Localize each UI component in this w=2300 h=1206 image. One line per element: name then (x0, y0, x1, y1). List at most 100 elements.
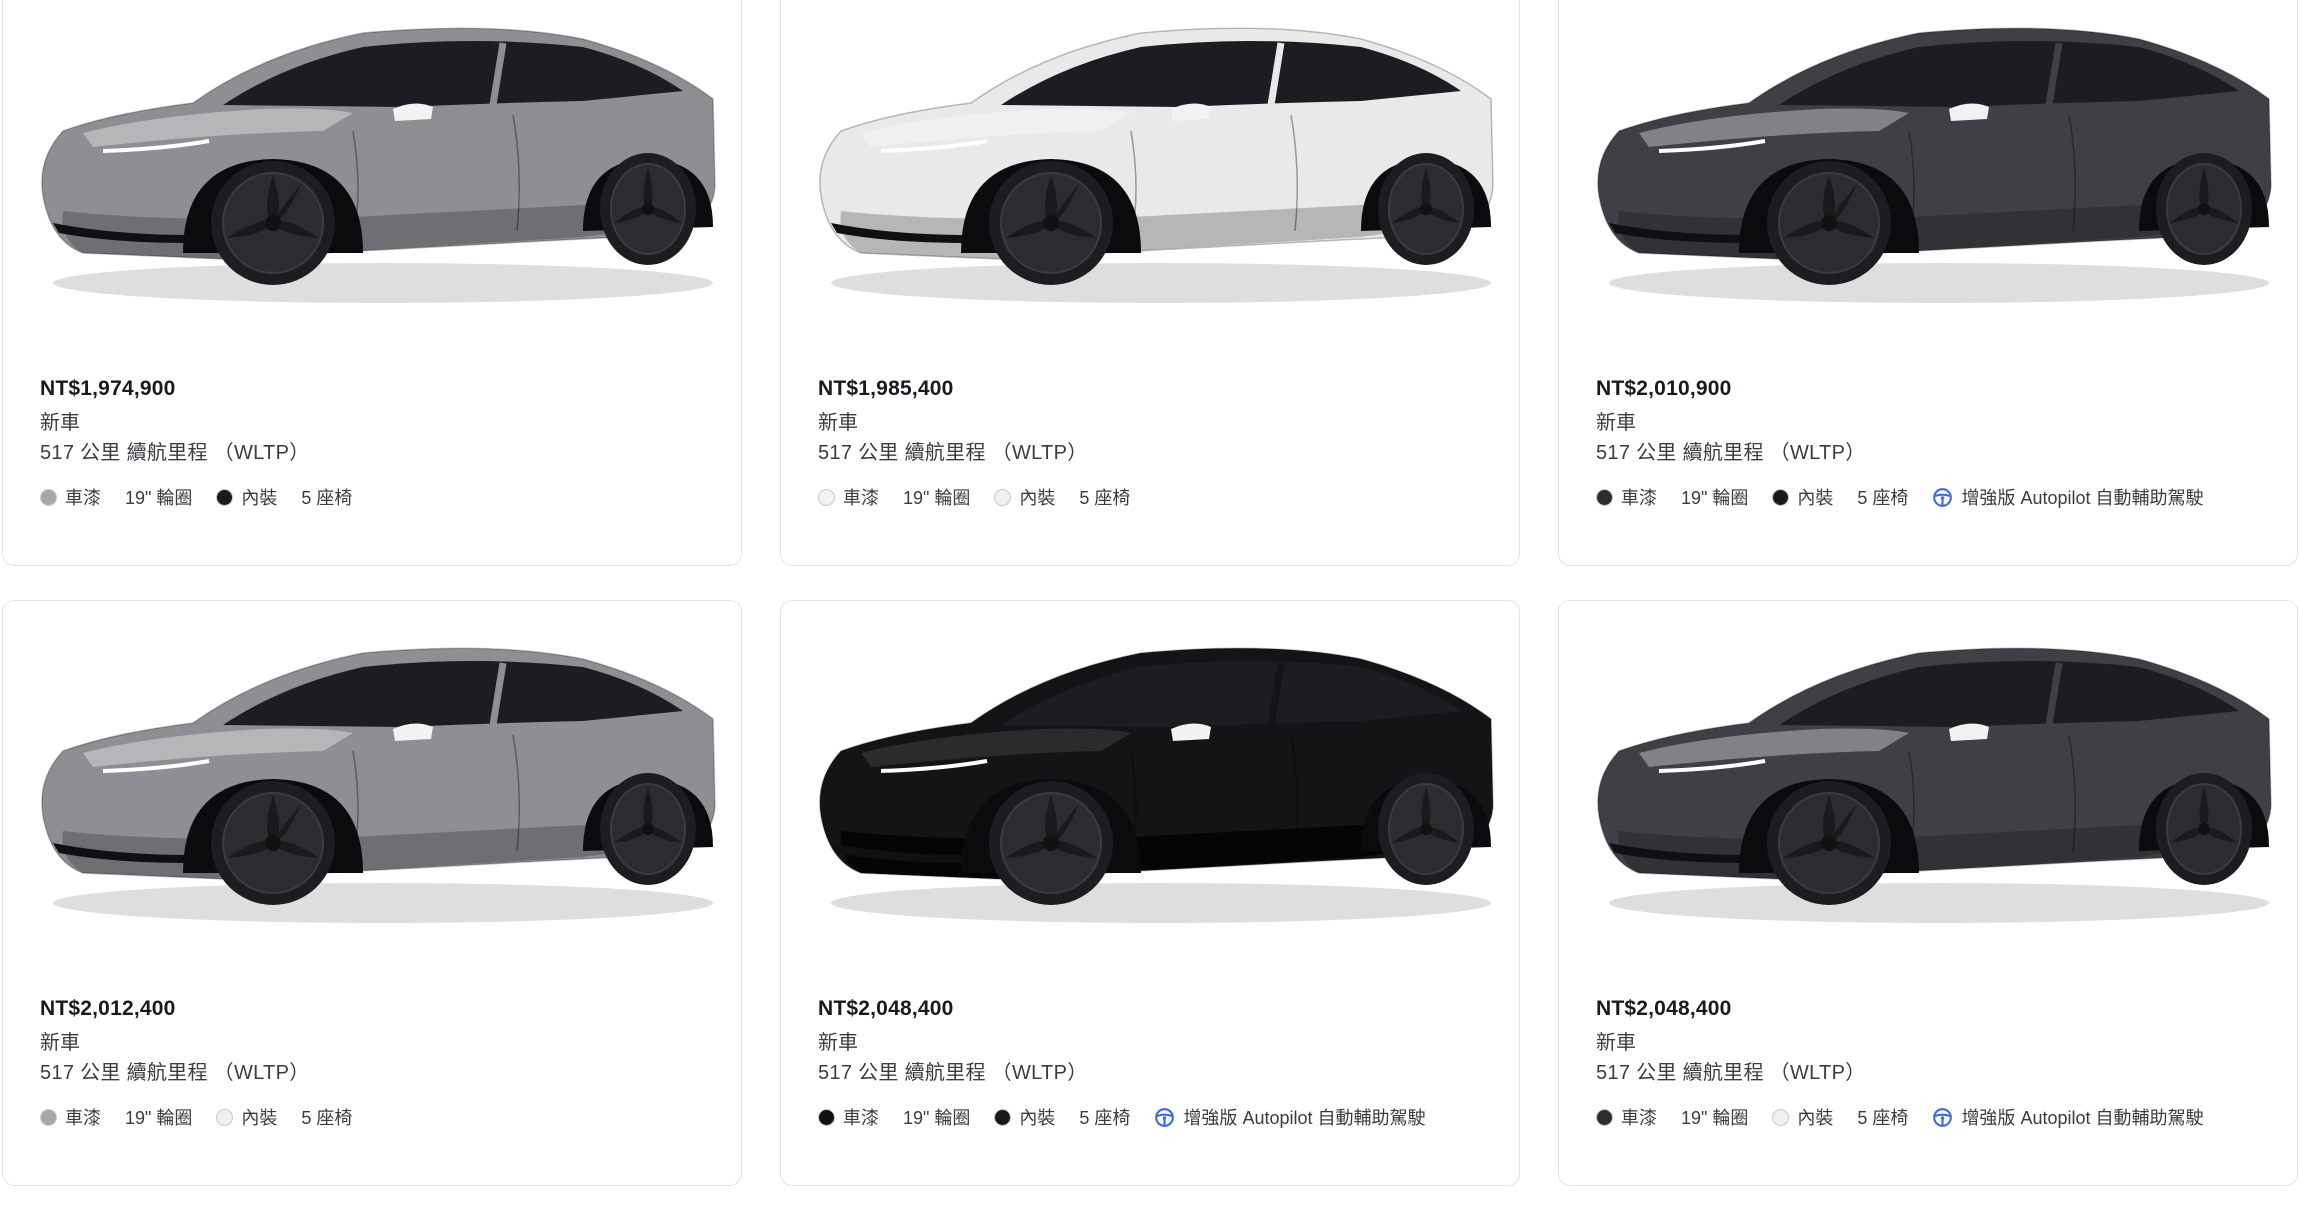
interior-spec: 內裝 (1772, 484, 1833, 510)
wheels-spec: 19" 輪圈 (903, 1104, 970, 1130)
car-illustration (1597, 647, 2272, 923)
car-image[interactable] (1579, 0, 2279, 311)
range-label: 517 公里 續航里程 （WLTP） (818, 1062, 1088, 1084)
paint-label: 車漆 (65, 1108, 101, 1128)
spec-list: 車漆 19" 輪圈 內裝 5 座椅 (40, 1104, 376, 1130)
wheels-spec: 19" 輪圈 (125, 484, 192, 510)
paint-label: 車漆 (1621, 488, 1657, 508)
price: NT$2,012,400 (40, 997, 176, 1020)
price: NT$2,010,900 (1596, 377, 1732, 400)
wheels-spec: 19" 輪圈 (1681, 1104, 1748, 1130)
wheels-spec: 19" 輪圈 (125, 1104, 192, 1130)
paint-swatch-icon (818, 1108, 835, 1126)
inventory-card[interactable]: NT$1,974,900 新車 517 公里 續航里程 （WLTP） 車漆 19… (2, 0, 742, 566)
seats-label: 5 座椅 (1857, 488, 1909, 508)
paint-spec: 車漆 (40, 1104, 101, 1130)
autopilot-label: 增強版 Autopilot 自動輔助駕駛 (1961, 1108, 2204, 1128)
paint-label: 車漆 (843, 1108, 879, 1128)
paint-swatch-icon (40, 1108, 57, 1126)
range-label: 517 公里 續航里程 （WLTP） (818, 442, 1088, 464)
paint-spec: 車漆 (1596, 1104, 1657, 1130)
wheels-label: 19" 輪圈 (125, 1108, 193, 1128)
interior-label: 內裝 (1019, 488, 1056, 508)
car-image[interactable] (801, 611, 1501, 931)
paint-swatch-icon (1596, 1108, 1613, 1126)
price: NT$1,985,400 (818, 377, 954, 400)
condition-label: 新車 (40, 1032, 80, 1054)
price: NT$2,048,400 (818, 997, 954, 1020)
paint-swatch-icon (40, 488, 57, 506)
steering-wheel-icon (1155, 1107, 1175, 1127)
autopilot-label: 增強版 Autopilot 自動輔助駕駛 (1961, 488, 2204, 508)
interior-label: 內裝 (241, 1108, 278, 1128)
car-illustration (41, 27, 716, 303)
inventory-card[interactable]: NT$2,012,400 新車 517 公里 續航里程 （WLTP） 車漆 19… (2, 600, 742, 1186)
inventory-card[interactable]: NT$2,010,900 新車 517 公里 續航里程 （WLTP） 車漆 19… (1558, 0, 2298, 566)
range-label: 517 公里 續航里程 （WLTP） (1596, 442, 1866, 464)
interior-swatch-icon (1772, 488, 1790, 506)
seats-label: 5 座椅 (301, 488, 353, 508)
seats-spec: 5 座椅 (301, 484, 352, 510)
interior-spec: 內裝 (216, 484, 277, 510)
seats-label: 5 座椅 (301, 1108, 353, 1128)
inventory-card[interactable]: NT$2,048,400 新車 517 公里 續航里程 （WLTP） 車漆 19… (1558, 600, 2298, 1186)
condition-label: 新車 (818, 412, 858, 434)
steering-wheel-icon (1933, 487, 1953, 507)
autopilot-spec: 增強版 Autopilot 自動輔助駕駛 (1154, 1104, 1426, 1130)
spec-list: 車漆 19" 輪圈 內裝 5 座椅 (40, 484, 376, 510)
wheels-label: 19" 輪圈 (903, 1108, 971, 1128)
condition-label: 新車 (40, 412, 80, 434)
range-label: 517 公里 續航里程 （WLTP） (40, 1062, 310, 1084)
car-illustration (819, 647, 1494, 923)
interior-spec: 內裝 (216, 1104, 277, 1130)
seats-spec: 5 座椅 (1079, 484, 1130, 510)
autopilot-spec: 增強版 Autopilot 自動輔助駕駛 (1932, 484, 2204, 510)
steering-wheel-icon (1933, 1107, 1953, 1127)
paint-swatch-icon (1596, 488, 1613, 506)
interior-label: 內裝 (1797, 488, 1834, 508)
inventory-card[interactable]: NT$2,048,400 新車 517 公里 續航里程 （WLTP） 車漆 19… (780, 600, 1520, 1186)
interior-swatch-icon (216, 1108, 234, 1126)
car-illustration (1597, 27, 2272, 303)
car-image[interactable] (23, 0, 723, 311)
autopilot-label: 增強版 Autopilot 自動輔助駕駛 (1183, 1108, 1426, 1128)
spec-list: 車漆 19" 輪圈 內裝 5 座椅 增強版 Autopilot 自動輔助駕駛 (1596, 484, 2228, 510)
car-image[interactable] (1579, 611, 2279, 931)
interior-label: 內裝 (1797, 1108, 1834, 1128)
car-illustration (41, 647, 716, 923)
car-image[interactable] (23, 611, 723, 931)
seats-spec: 5 座椅 (1857, 1104, 1908, 1130)
spec-list: 車漆 19" 輪圈 內裝 5 座椅 (818, 484, 1154, 510)
range-label: 517 公里 續航里程 （WLTP） (40, 442, 310, 464)
paint-spec: 車漆 (40, 484, 101, 510)
paint-swatch-icon (818, 488, 835, 506)
car-image[interactable] (801, 0, 1501, 311)
seats-label: 5 座椅 (1079, 1108, 1131, 1128)
price: NT$1,974,900 (40, 377, 176, 400)
seats-spec: 5 座椅 (301, 1104, 352, 1130)
spec-list: 車漆 19" 輪圈 內裝 5 座椅 增強版 Autopilot 自動輔助駕駛 (818, 1104, 1450, 1130)
wheels-label: 19" 輪圈 (1681, 1108, 1749, 1128)
condition-label: 新車 (1596, 412, 1636, 434)
wheels-spec: 19" 輪圈 (1681, 484, 1748, 510)
autopilot-spec: 增強版 Autopilot 自動輔助駕駛 (1932, 1104, 2204, 1130)
spec-list: 車漆 19" 輪圈 內裝 5 座椅 增強版 Autopilot 自動輔助駕駛 (1596, 1104, 2228, 1130)
wheels-label: 19" 輪圈 (1681, 488, 1749, 508)
paint-label: 車漆 (843, 488, 879, 508)
paint-label: 車漆 (1621, 1108, 1657, 1128)
interior-swatch-icon (216, 488, 234, 506)
condition-label: 新車 (1596, 1032, 1636, 1054)
seats-spec: 5 座椅 (1079, 1104, 1130, 1130)
paint-spec: 車漆 (1596, 484, 1657, 510)
inventory-card[interactable]: NT$1,985,400 新車 517 公里 續航里程 （WLTP） 車漆 19… (780, 0, 1520, 566)
condition-label: 新車 (818, 1032, 858, 1054)
interior-swatch-icon (994, 1108, 1012, 1126)
paint-spec: 車漆 (818, 484, 879, 510)
price: NT$2,048,400 (1596, 997, 1732, 1020)
interior-swatch-icon (994, 488, 1012, 506)
wheels-label: 19" 輪圈 (125, 488, 193, 508)
interior-spec: 內裝 (994, 1104, 1055, 1130)
interior-label: 內裝 (1019, 1108, 1056, 1128)
interior-spec: 內裝 (994, 484, 1055, 510)
interior-swatch-icon (1772, 1108, 1790, 1126)
